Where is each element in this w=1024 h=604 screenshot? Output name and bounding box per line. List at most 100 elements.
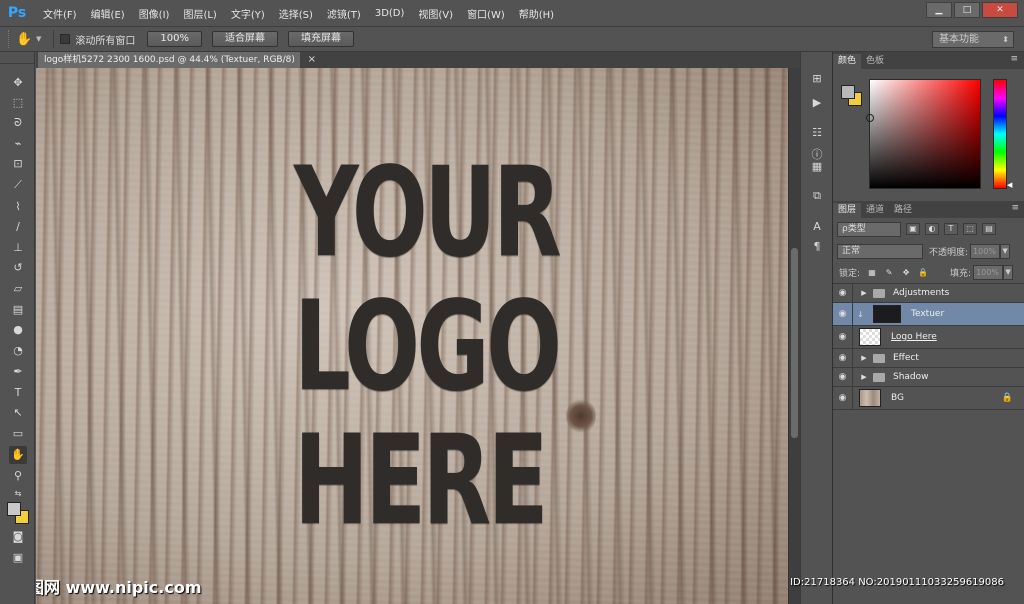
actions-panel-icon[interactable]: ▶ [810, 96, 824, 110]
lock-transparency-icon[interactable]: ▦ [867, 268, 877, 278]
character-panel-icon[interactable]: A [810, 220, 824, 234]
marquee-tool-icon[interactable]: ⬚ [9, 94, 27, 112]
quick-mask-icon[interactable]: ◙ [9, 528, 27, 546]
menu-file[interactable]: 文件(F) [36, 6, 84, 21]
eye-icon[interactable]: ◉ [833, 326, 853, 348]
filter-type-icon[interactable]: T [944, 223, 958, 235]
eye-icon[interactable]: ◉ [833, 387, 853, 409]
foreground-color-swatch[interactable] [7, 502, 21, 516]
menu-help[interactable]: 帮助(H) [512, 6, 561, 21]
quick-select-tool-icon[interactable]: ⌁ [9, 135, 27, 153]
scroll-all-checkbox[interactable] [60, 34, 71, 44]
filter-adjustment-icon[interactable]: ◐ [925, 223, 939, 235]
clone-source-icon[interactable]: ⧉ [810, 189, 824, 203]
hue-slider-arrow-icon[interactable]: ◀ [1007, 181, 1012, 189]
lock-position-icon[interactable]: ✥ [901, 268, 911, 278]
tools-panel-header[interactable] [0, 52, 34, 64]
paragraph-panel-icon[interactable]: ¶ [810, 240, 824, 254]
eye-icon[interactable]: ◉ [833, 349, 853, 367]
fit-screen-button[interactable]: 适合屏幕 [211, 31, 278, 47]
lock-pixels-icon[interactable]: ✎ [884, 268, 894, 278]
dodge-tool-icon[interactable]: ◔ [9, 342, 27, 360]
color-spectrum[interactable] [866, 79, 981, 189]
filter-pixel-icon[interactable]: ▣ [906, 223, 920, 235]
tab-color[interactable]: 颜色 [833, 54, 862, 69]
maximize-button[interactable]: □ [954, 2, 980, 18]
menu-image[interactable]: 图像(I) [132, 6, 177, 21]
layer-row-shadow[interactable]: ◉ ▶ Shadow [833, 368, 1024, 387]
crop-tool-icon[interactable]: ⊡ [9, 155, 27, 173]
expand-triangle-icon[interactable]: ▶ [859, 289, 869, 297]
tab-paths[interactable]: 路径 [889, 203, 917, 218]
workspace-select[interactable]: 基本功能 ⬍ [932, 31, 1014, 48]
options-grip[interactable] [8, 30, 12, 48]
layer-row-adjustments[interactable]: ◉ ▶ Adjustments [833, 284, 1024, 303]
color-picker-cursor[interactable] [866, 114, 874, 122]
chevron-down-icon[interactable]: ▼ [36, 35, 41, 43]
layer-row-bg[interactable]: ◉ BG 🔒 [833, 387, 1024, 410]
blur-tool-icon[interactable]: ● [9, 321, 27, 339]
expand-triangle-icon[interactable]: ▶ [859, 354, 869, 362]
menu-edit[interactable]: 编辑(E) [84, 6, 132, 21]
menu-select[interactable]: 选择(S) [272, 6, 320, 21]
tab-channels[interactable]: 通道 [861, 203, 889, 218]
eye-icon[interactable]: ◉ [833, 284, 853, 302]
lock-all-icon[interactable]: 🔒 [918, 268, 928, 278]
kind-filter-select[interactable]: ρ类型 [837, 221, 901, 237]
blend-mode-select[interactable]: 正常 [837, 243, 923, 259]
scrollbar-thumb[interactable] [791, 248, 798, 438]
shape-tool-icon[interactable]: ▭ [9, 425, 27, 443]
color-foreground-swatch[interactable] [841, 85, 855, 99]
panel-menu-icon[interactable]: ≡ [1011, 203, 1019, 213]
eraser-tool-icon[interactable]: ▱ [9, 280, 27, 298]
brush-presets-icon[interactable]: ▦ [810, 160, 824, 174]
brush-tool-icon[interactable]: ∕ [9, 218, 27, 236]
history-brush-tool-icon[interactable]: ↺ [9, 259, 27, 277]
hand-tool-icon[interactable]: ✋ [9, 446, 27, 464]
fill-screen-button[interactable]: 填充屏幕 [287, 31, 354, 47]
layer-row-logo-here[interactable]: ◉ Logo Here [833, 326, 1024, 349]
tab-swatches[interactable]: 色板 [861, 54, 889, 69]
hue-slider[interactable] [993, 79, 1007, 189]
menu-type[interactable]: 文字(Y) [224, 6, 272, 21]
expand-triangle-icon[interactable]: ▶ [859, 373, 869, 381]
zoom-tool-icon[interactable]: ⚲ [9, 467, 27, 485]
eyedropper-tool-icon[interactable]: ⟋ [9, 176, 27, 194]
type-tool-icon[interactable]: T [9, 384, 27, 402]
vertical-scrollbar[interactable] [788, 68, 800, 604]
layer-row-textuer[interactable]: ◉ ↓ Textuer [833, 303, 1024, 326]
close-tab-icon[interactable]: × [308, 52, 316, 68]
close-button[interactable]: ✕ [982, 2, 1018, 18]
clone-stamp-tool-icon[interactable]: ⊥ [9, 239, 27, 257]
lasso-tool-icon[interactable]: ᘐ [9, 114, 27, 132]
minimize-button[interactable]: ▁ [926, 2, 952, 18]
filter-shape-icon[interactable]: ⬚ [963, 223, 977, 235]
swap-colors-icon[interactable]: ⇆ [9, 485, 27, 503]
zoom-100-button[interactable]: 100% [147, 31, 202, 47]
pen-tool-icon[interactable]: ✒ [9, 363, 27, 381]
filter-smart-object-icon[interactable]: ▤ [982, 223, 996, 235]
eye-icon[interactable]: ◉ [833, 303, 853, 325]
panel-menu-icon[interactable]: ≡ [1010, 54, 1018, 64]
document-tab[interactable]: logo样机5272 2300 1600.psd @ 44.4% (Textue… [38, 52, 316, 68]
menu-3d[interactable]: 3D(D) [368, 8, 412, 19]
opacity-field[interactable]: 100% [970, 243, 1001, 259]
path-select-tool-icon[interactable]: ↖ [9, 404, 27, 422]
tab-layers[interactable]: 图层 [833, 203, 862, 218]
healing-brush-tool-icon[interactable]: ⌇ [9, 198, 27, 216]
chevron-down-icon[interactable]: ▼ [1003, 265, 1014, 280]
menu-filter[interactable]: 滤镜(T) [320, 6, 368, 21]
chevron-down-icon[interactable]: ▼ [1000, 243, 1011, 259]
document-canvas[interactable]: YOUR LOGO HERE 昵图网 www.nipic.com [36, 68, 788, 604]
gradient-tool-icon[interactable]: ▤ [9, 301, 27, 319]
menu-window[interactable]: 窗口(W) [460, 6, 512, 21]
hand-tool-preset-icon[interactable]: ✋ [16, 32, 36, 47]
menu-layer[interactable]: 图层(L) [176, 6, 223, 21]
properties-panel-icon[interactable]: ☷ [810, 126, 824, 140]
move-tool-icon[interactable]: ✥ [9, 74, 27, 92]
history-panel-icon[interactable]: ⊞ [810, 72, 824, 86]
eye-icon[interactable]: ◉ [833, 368, 853, 386]
layer-row-effect[interactable]: ◉ ▶ Effect [833, 349, 1024, 368]
screen-mode-icon[interactable]: ▣ [9, 549, 27, 567]
fill-field[interactable]: 100% [973, 265, 1004, 280]
